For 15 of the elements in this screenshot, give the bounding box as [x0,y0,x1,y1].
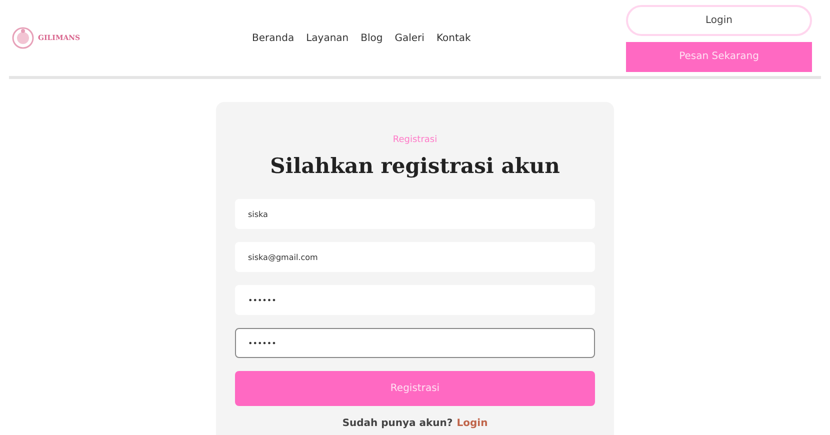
input-field[interactable]: •••••• [235,285,595,315]
nav-link[interactable]: Beranda [252,30,294,46]
nav-link[interactable]: Layanan [306,30,349,46]
login-button[interactable]: Login [626,4,812,36]
logo-icon [12,27,34,49]
login-link[interactable]: Login [456,416,488,431]
nav-link[interactable]: Blog [360,30,383,46]
form-title: Silahkan registrasi akun [269,152,561,180]
nav-link[interactable]: Kontak [436,30,471,46]
form-eyebrow: Registrasi [392,134,438,147]
input-field[interactable]: •••••• [235,328,595,358]
nav-link[interactable]: Galeri [394,30,424,46]
input-field[interactable]: siska@gmail.com [235,242,595,272]
input-field[interactable]: siska [235,199,595,229]
footer-text: Sudah punya akun? [342,417,453,431]
